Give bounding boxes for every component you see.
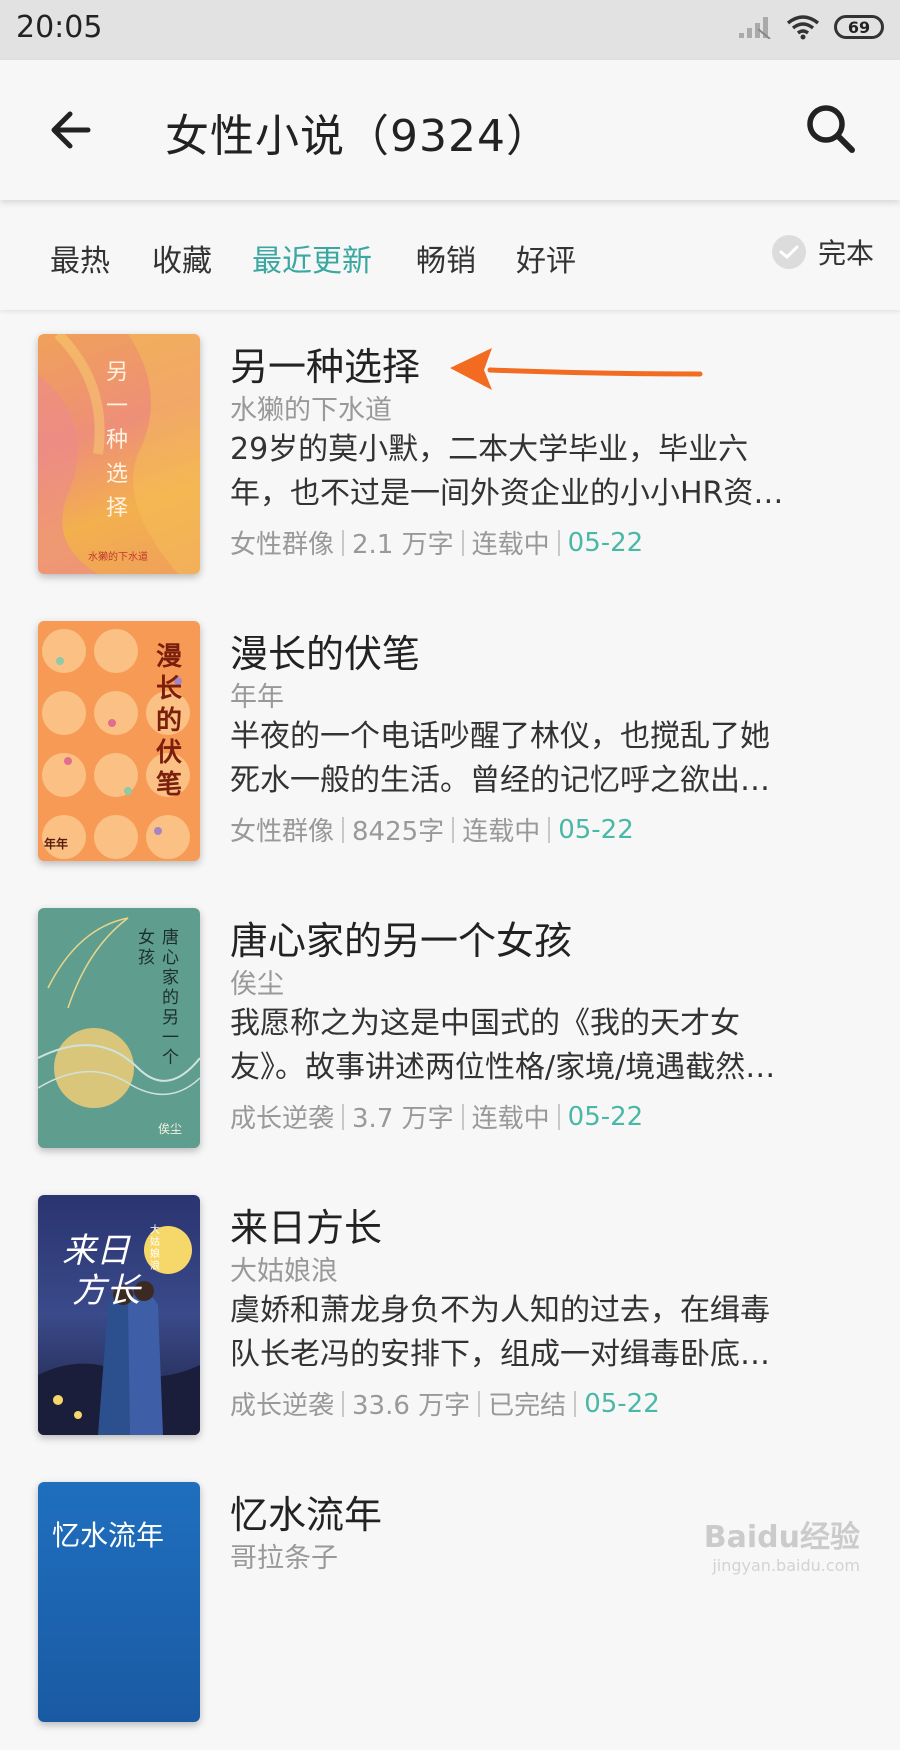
meta-divider: [548, 816, 551, 843]
book-cover: 唐心家的另一个 女孩 俟尘: [38, 908, 200, 1148]
description-line: 队长老冯的安排下，组成一对缉毒卧底…: [230, 1337, 770, 1372]
meta-divider: [461, 1103, 464, 1130]
description-line: 友》。故事讲述两位性格/家境/境遇截然…: [230, 1050, 776, 1085]
book-category: 成长逆袭: [230, 1391, 335, 1421]
description-line: 年，也不过是一间外资企业的小小HR资…: [230, 476, 784, 511]
cover-author: 大姑娘浪: [150, 1225, 160, 1272]
book-title: 来日方长: [230, 1206, 383, 1250]
book-word-count: 33.6 万字: [352, 1391, 471, 1421]
meta-divider: [342, 816, 345, 843]
page-title: 女性小说（9324）: [165, 111, 551, 162]
cover-title: 另一种选择: [106, 360, 129, 521]
cover-author: 俟尘: [158, 1122, 183, 1136]
book-status: 已完结: [488, 1391, 567, 1421]
book-item[interactable]: 漫长的伏笔 年年 漫长的伏笔 年年 半夜的一个电话吵醒了林仪，也搅乱了她 死水一…: [0, 597, 900, 889]
back-arrow-icon[interactable]: [44, 102, 100, 158]
battery-indicator: 69: [834, 15, 884, 39]
book-category: 女性群像: [230, 530, 335, 560]
book-title: 另一种选择: [230, 345, 421, 389]
book-status: 连载中: [471, 1104, 550, 1134]
book-author: 水獭的下水道: [230, 395, 392, 426]
watermark: Baidu经验 jingyan.baidu.com: [680, 1512, 860, 1582]
cover-author: 水獭的下水道: [88, 552, 148, 563]
book-author: 大姑娘浪: [230, 1256, 338, 1287]
status-bar: 20:05 69: [0, 0, 900, 60]
book-item[interactable]: 忆水流年 忆水流年 哥拉条子: [0, 1458, 900, 1750]
book-description: 半夜的一个电话吵醒了林仪，也搅乱了她 死水一般的生活。曾经的记忆呼之欲出…: [230, 715, 860, 803]
signal-icon: [739, 17, 771, 39]
description-line: 我愿称之为这是中国式的《我的天才女: [230, 1006, 740, 1041]
meta-divider: [557, 529, 560, 556]
book-word-count: 8425字: [352, 817, 445, 847]
meta-divider: [452, 816, 455, 843]
book-cover: 另一种选择 水獭的下水道: [38, 334, 200, 574]
description-line: 虞娇和萧龙身负不为人知的过去，在缉毒: [230, 1293, 770, 1328]
meta-divider: [342, 529, 345, 556]
book-meta: 女性群像 2.1 万字 连载中 05-22: [230, 524, 643, 561]
book-status: 连载中: [462, 817, 541, 847]
status-icons: 69: [738, 14, 884, 40]
book-author: 年年: [230, 682, 284, 713]
check-icon: [771, 235, 806, 269]
book-title: 漫长的伏笔: [230, 632, 421, 676]
meta-divider: [478, 1390, 481, 1417]
book-title: 忆水流年: [230, 1493, 383, 1537]
description-line: 半夜的一个电话吵醒了林仪，也搅乱了她: [230, 719, 770, 754]
description-line: 29岁的莫小默，二本大学毕业，毕业六: [230, 432, 749, 467]
book-meta: 成长逆袭 3.7 万字 连载中 05-22: [230, 1098, 643, 1135]
book-description: 虞娇和萧龙身负不为人知的过去，在缉毒 队长老冯的安排下，组成一对缉毒卧底…: [230, 1289, 860, 1377]
book-description: 我愿称之为这是中国式的《我的天才女 友》。故事讲述两位性格/家境/境遇截然…: [230, 1002, 860, 1090]
book-cover: 忆水流年: [38, 1482, 200, 1722]
cover-author: 年年: [44, 837, 69, 851]
app-header: 女性小说（9324）: [0, 60, 900, 200]
cover-title: 唐心家的另一个: [162, 928, 179, 1068]
book-description: 29岁的莫小默，二本大学毕业，毕业六 年，也不过是一间外资企业的小小HR资…: [230, 428, 860, 516]
book-item[interactable]: 唐心家的另一个 女孩 俟尘 唐心家的另一个女孩 俟尘 我愿称之为这是中国式的《我…: [0, 884, 900, 1176]
book-word-count: 2.1 万字: [352, 530, 454, 560]
book-author: 哥拉条子: [230, 1543, 338, 1574]
meta-divider: [557, 1103, 560, 1130]
book-title: 唐心家的另一个女孩: [230, 919, 573, 963]
tab-top-rated[interactable]: 好评: [516, 236, 576, 280]
book-update-date: 05-22: [567, 1101, 644, 1132]
book-author: 俟尘: [230, 969, 284, 1000]
cover-title: 忆水流年: [52, 1519, 165, 1552]
status-time: 20:05: [16, 10, 103, 45]
meta-divider: [342, 1390, 345, 1417]
description-line: 死水一般的生活。曾经的记忆呼之欲出…: [230, 763, 770, 798]
filter-bar: 最热 收藏 最近更新 畅销 好评 完本: [0, 200, 900, 310]
tab-hottest[interactable]: 最热: [50, 236, 110, 280]
annotation-arrow-icon: [450, 348, 703, 390]
book-category: 成长逆袭: [230, 1104, 335, 1134]
book-cover: 来日 方长 大姑娘浪: [38, 1195, 200, 1435]
book-word-count: 3.7 万字: [352, 1104, 454, 1134]
cover-title-line2: 女孩: [138, 928, 155, 968]
wifi-icon: [786, 15, 820, 40]
book-item[interactable]: 来日 方长 大姑娘浪 来日方长 大姑娘浪 虞娇和萧龙身负不为人知的过去，在缉毒 …: [0, 1171, 900, 1463]
tab-bestselling[interactable]: 畅销: [416, 236, 476, 280]
book-update-date: 05-22: [567, 527, 644, 558]
book-cover: 漫长的伏笔 年年: [38, 621, 200, 861]
meta-divider: [461, 529, 464, 556]
tab-recently-updated[interactable]: 最近更新: [252, 236, 372, 280]
finished-filter-toggle[interactable]: 完本: [771, 232, 874, 272]
cover-title-line2: 方长: [72, 1271, 140, 1311]
book-status: 连载中: [471, 530, 550, 560]
watermark-logo: Baidu经验: [703, 1520, 860, 1555]
book-category: 女性群像: [230, 817, 335, 847]
book-meta: 成长逆袭 33.6 万字 已完结 05-22: [230, 1385, 660, 1422]
watermark-url: jingyan.baidu.com: [712, 1556, 860, 1575]
tab-favorites[interactable]: 收藏: [152, 236, 212, 280]
book-meta: 女性群像 8425字 连载中 05-22: [230, 811, 634, 848]
meta-divider: [342, 1103, 345, 1130]
meta-divider: [574, 1390, 577, 1417]
search-icon[interactable]: [802, 100, 860, 158]
finished-label: 完本: [817, 237, 874, 270]
cover-title: 漫长的伏笔: [156, 642, 183, 800]
book-update-date: 05-22: [584, 1388, 660, 1419]
book-update-date: 05-22: [558, 814, 634, 845]
